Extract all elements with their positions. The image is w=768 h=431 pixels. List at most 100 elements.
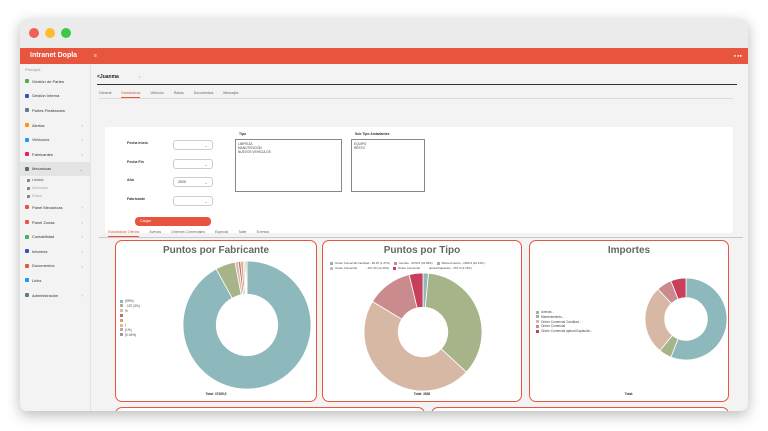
- sidebar-item-report[interactable]: Informes ›: [20, 244, 90, 259]
- main-content: <Juanma › General Estadísticas Vehículo Rat…: [91, 64, 748, 411]
- user-menu[interactable]: ● ●●: [734, 48, 742, 64]
- tab-2[interactable]: Vehículo: [150, 91, 163, 98]
- chevron-down-icon: ›: [139, 74, 141, 79]
- sidebar-item-bell[interactable]: Alertas ›: [20, 118, 90, 133]
- chart-icon: [25, 205, 29, 210]
- sidebar-item-briefcase[interactable]: Gestión Interna: [20, 89, 90, 104]
- calculator-icon: [25, 234, 29, 239]
- cargar-button[interactable]: Cargar: [135, 217, 211, 226]
- chart-card-fabricante: Puntos por Fabricante (99%) - 157 (3%)%)(…: [115, 240, 317, 402]
- chart-total: Total:: [624, 392, 634, 396]
- legend-swatch: [536, 310, 539, 314]
- stats-tab-5[interactable]: Eventos: [257, 230, 270, 237]
- donut-chart-importes: [644, 277, 728, 361]
- legend-label: %: [125, 308, 128, 313]
- sidebar-item-calculator[interactable]: Contabilidad ›: [20, 229, 90, 244]
- sidebar-item-settings[interactable]: Administración ›: [20, 288, 90, 303]
- donut-chart-tipo: [363, 272, 483, 392]
- legend-item: Orden Comercial aptura/Captación -: [536, 329, 592, 334]
- close-window-button[interactable]: [29, 28, 39, 38]
- stats-tab-4[interactable]: Taller: [238, 230, 246, 237]
- chart-legend: (99%) - 157 (3%)%) (1%) (0.04%): [120, 299, 140, 337]
- list-icon: [27, 178, 30, 182]
- sidebar-item-check-list[interactable]: Partes Finalizados: [20, 103, 90, 118]
- tab-0[interactable]: General: [99, 91, 111, 98]
- sidebar-item-label: Alertas: [32, 122, 45, 128]
- folder-icon: [25, 263, 29, 268]
- sidebar-subitem[interactable]: Alineadas: [20, 184, 90, 192]
- sidebar-item-label: Panel Zonas: [32, 219, 55, 225]
- sidebar-subitem[interactable]: Ratios: [20, 192, 90, 200]
- legend-swatch: [536, 329, 539, 333]
- sidebar-item-wrench[interactable]: Mecanicas ⌄: [20, 161, 90, 177]
- legend-label: Orden Comercial: [398, 265, 420, 270]
- legend-swatch: [120, 304, 123, 308]
- fecha-inicio-label: Fecha Inicio: [127, 141, 148, 145]
- sidebar-item-clipboard[interactable]: Gestión de Partes: [20, 74, 90, 89]
- donut-slice-h[interactable]: [245, 260, 248, 295]
- legend-swatch: [120, 309, 123, 313]
- legend-label: Averías - 3278.0 (34.99%): [398, 261, 433, 265]
- sidebar-item-label: Administración: [32, 292, 59, 298]
- sidebar-subitem[interactable]: Listado: [20, 176, 90, 184]
- anio-label: Año: [127, 178, 134, 182]
- sidebar: Principal Gestión de Partes Gestión Inter…: [20, 64, 91, 411]
- menu-toggle-icon[interactable]: ≡: [94, 48, 97, 64]
- sidebar-item-label: Mecanicas: [32, 166, 52, 172]
- chart-legend: Averías - Mantenimiento - Orden Comercial …: [536, 310, 592, 334]
- legend-label: Mantenimiento - 1696.9 (46.21%): [441, 261, 485, 265]
- sidebar-item-label: Informes: [32, 248, 48, 254]
- filter-panel: Fecha Inicio ⌄ Fecha Fin ⌄ Año 2020 ⌄ Fab…: [105, 127, 733, 233]
- legend-label: (99%): [125, 299, 134, 303]
- chevron-down-icon: ⌄: [204, 162, 208, 167]
- anio-select[interactable]: 2020 ⌄: [173, 177, 213, 187]
- sidebar-item-chart[interactable]: Panel Mecanicas ›: [20, 200, 90, 215]
- chevron-icon: ›: [81, 263, 83, 269]
- subtipo-header: Sub Tipo Amiadantes: [355, 132, 390, 136]
- sidebar-item-label: Partes Finalizados: [32, 107, 65, 113]
- legend-label: (0.04%): [125, 332, 137, 337]
- tab-1[interactable]: Estadísticas: [121, 91, 141, 98]
- chevron-icon: ›: [81, 234, 83, 240]
- stats-tab-1[interactable]: Averías: [149, 230, 161, 237]
- fecha-inicio-select[interactable]: ⌄: [173, 140, 213, 150]
- subtipo-listbox[interactable]: EQUIPO RESTO: [351, 139, 425, 192]
- chart-title: Puntos por Tipo: [383, 245, 461, 256]
- link-icon: [25, 278, 29, 283]
- mechanic-select[interactable]: <Juanma ›: [97, 73, 737, 85]
- fecha-fin-select[interactable]: ⌄: [173, 159, 213, 169]
- legend-swatch: [120, 314, 123, 318]
- subtipo-option[interactable]: RESTO: [354, 146, 422, 150]
- sidebar-item-link[interactable]: Links: [20, 273, 90, 288]
- legend-swatch: [120, 333, 123, 337]
- sidebar-item-label: Gestión de Partes: [32, 78, 65, 84]
- tab-4[interactable]: Documentos: [194, 91, 214, 98]
- stats-tab-3[interactable]: Especial: [215, 230, 228, 237]
- stats-tab-0[interactable]: Estadísticas Ofertas: [108, 230, 140, 237]
- sidebar-item-folder[interactable]: Documentos ›: [20, 259, 90, 274]
- sidebar-item-factory[interactable]: Fabricantes ›: [20, 147, 90, 162]
- divider: [99, 98, 733, 99]
- sidebar-subitem-label: Ratios: [32, 194, 43, 199]
- brand-logo[interactable]: Intranet Dopla: [20, 48, 90, 64]
- legend-label: Orden Comercial: [541, 324, 566, 329]
- legend-label: Orden Comercial Cantidad -: [541, 319, 581, 324]
- tab-3[interactable]: Ratios: [174, 91, 184, 98]
- stats-tab-2[interactable]: Ordenes Comerciales: [171, 230, 205, 237]
- sidebar-item-map[interactable]: Panel Zonas ›: [20, 215, 90, 230]
- maximize-window-button[interactable]: [61, 28, 71, 38]
- minimize-window-button[interactable]: [45, 28, 55, 38]
- app-window: Intranet Dopla ≡ ● ●● Principal Gestión …: [20, 19, 748, 411]
- sidebar-item-car[interactable]: Vehículos ›: [20, 132, 90, 147]
- legend-label: Mantenimiento -: [541, 314, 564, 319]
- sidebar-item-label: Links: [32, 277, 42, 283]
- tab-5[interactable]: Mensajes: [223, 91, 238, 98]
- fabricante-select[interactable]: ⌄: [173, 196, 213, 206]
- list-icon: [27, 194, 30, 198]
- chevron-icon: ›: [81, 151, 83, 157]
- sidebar-item-label: Gestión Interna: [32, 93, 60, 99]
- tipo-option[interactable]: NUEVOS VEHÍCULOS: [238, 150, 339, 154]
- tipo-listbox[interactable]: LIMPIEZA MANUTENCIÓN NUEVOS VEHÍCULOS: [235, 139, 342, 192]
- detail-tabs: General Estadísticas Vehículo Ratios Documen…: [99, 91, 248, 98]
- legend-swatch: [360, 266, 364, 270]
